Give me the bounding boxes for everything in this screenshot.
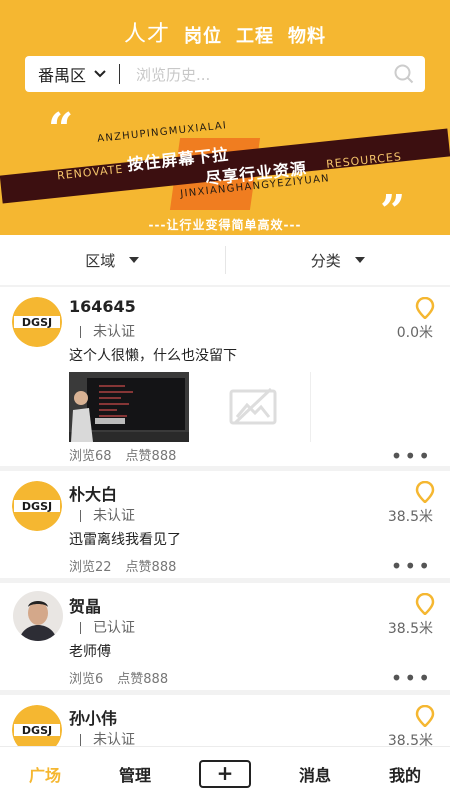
post-author-name[interactable]: 贺晶 xyxy=(69,593,101,617)
post-content: 迅雷离线我看见了 xyxy=(69,529,181,549)
post-card[interactable]: DGSJ 孙小伟 未认证 38.5米 xyxy=(0,695,450,746)
category-tabs: 人才 岗位 工程 物料 xyxy=(0,16,450,48)
distance: 38.5米 xyxy=(388,618,433,638)
view-count: 浏览68 xyxy=(69,449,112,464)
filter-category-label: 分类 xyxy=(311,250,341,271)
like-count: 点赞888 xyxy=(126,449,177,464)
bottom-tab-bar: 广场 管理 + 消息 我的 xyxy=(0,746,450,801)
cert-status-label: 未认证 xyxy=(93,732,135,746)
cert-status-label: 未认证 xyxy=(93,324,135,340)
view-count: 浏览6 xyxy=(69,672,103,687)
more-options-icon[interactable]: ••• xyxy=(391,563,432,569)
cert-status: 未认证 xyxy=(80,729,135,746)
avatar[interactable] xyxy=(13,591,63,641)
caret-down-icon xyxy=(355,257,365,263)
cert-status: 未认证 xyxy=(80,505,135,525)
location-pin-icon xyxy=(415,481,435,503)
distance: 0.0米 xyxy=(397,322,433,342)
view-count: 浏览22 xyxy=(69,560,112,575)
dgsj-logo-icon: DGSJ xyxy=(12,297,62,347)
chevron-down-icon xyxy=(93,67,107,81)
plus-icon: + xyxy=(199,760,251,788)
location-pin-icon xyxy=(415,297,435,319)
tab-manage[interactable]: 管理 xyxy=(90,762,180,786)
dgsj-logo-icon: DGSJ xyxy=(12,705,62,746)
region-label: 番禺区 xyxy=(38,62,86,86)
tab-mine[interactable]: 我的 xyxy=(360,762,450,786)
post-author-name[interactable]: 孙小伟 xyxy=(69,705,117,729)
post-stats: 浏览68 点赞888 xyxy=(69,445,190,464)
post-image[interactable] xyxy=(69,372,189,442)
post-author-name[interactable]: 164645 xyxy=(69,297,136,316)
image-placeholder xyxy=(195,372,311,442)
search-divider xyxy=(119,64,120,84)
post-card[interactable]: DGSJ 164645 未认证 0.0米 这个人很懒，什么也没留下 浏览68 xyxy=(0,287,450,466)
tab-positions[interactable]: 岗位 xyxy=(184,22,222,48)
logo-text: DGSJ xyxy=(22,500,52,513)
tab-messages[interactable]: 消息 xyxy=(270,762,360,786)
user-photo xyxy=(13,591,63,641)
post-stats: 浏览6 点赞888 xyxy=(69,668,182,687)
avatar[interactable]: DGSJ xyxy=(12,481,62,531)
logo-text: DGSJ xyxy=(22,316,52,329)
more-options-icon[interactable]: ••• xyxy=(391,675,432,681)
post-card[interactable]: 贺晶 已认证 38.5米 老师傅 浏览6 点赞888 ••• xyxy=(0,583,450,690)
distance: 38.5米 xyxy=(388,506,433,526)
search-input[interactable]: 浏览历史... xyxy=(136,64,393,85)
header-banner: 人才 岗位 工程 物料 番禺区 浏览历史... “ ” ANZHUPINGMUX… xyxy=(0,0,450,235)
cert-status-label: 未认证 xyxy=(93,508,135,524)
filter-bar: 区域 分类 xyxy=(0,235,450,285)
quote-open-mark: “ xyxy=(48,108,73,152)
logo-text: DGSJ xyxy=(22,724,52,737)
post-author-name[interactable]: 朴大白 xyxy=(69,481,117,505)
location-pin-icon xyxy=(415,593,435,615)
post-content: 老师傅 xyxy=(69,641,111,661)
like-count: 点赞888 xyxy=(117,672,168,687)
tab-talent[interactable]: 人才 xyxy=(124,16,170,48)
filter-area-label: 区域 xyxy=(85,250,115,271)
tab-engineering[interactable]: 工程 xyxy=(236,22,274,48)
like-count: 点赞888 xyxy=(126,560,177,575)
more-options-icon[interactable]: ••• xyxy=(391,453,432,459)
tab-publish[interactable]: + xyxy=(180,760,270,788)
broken-image-icon xyxy=(229,387,277,427)
caret-down-icon xyxy=(129,257,139,263)
filter-area-dropdown[interactable]: 区域 xyxy=(0,250,225,271)
filter-category-dropdown[interactable]: 分类 xyxy=(226,250,450,271)
cert-status: 已认证 xyxy=(80,617,135,637)
location-pin-icon xyxy=(415,705,435,727)
classroom-photo xyxy=(69,372,189,442)
search-bar: 番禺区 浏览历史... xyxy=(25,56,425,92)
distance: 38.5米 xyxy=(388,730,433,746)
cert-status-label: 已认证 xyxy=(93,620,135,636)
avatar[interactable]: DGSJ xyxy=(12,705,62,746)
post-content: 这个人很懒，什么也没留下 xyxy=(69,345,237,365)
region-selector[interactable]: 番禺区 xyxy=(38,62,107,86)
dgsj-logo-icon: DGSJ xyxy=(12,481,62,531)
post-stats: 浏览22 点赞888 xyxy=(69,556,190,575)
tab-materials[interactable]: 物料 xyxy=(288,22,326,48)
banner-slogan: ---让行业变得简单高效--- xyxy=(0,216,450,233)
search-icon[interactable] xyxy=(393,63,415,85)
tab-square[interactable]: 广场 xyxy=(0,762,90,786)
avatar[interactable]: DGSJ xyxy=(12,297,62,347)
post-card[interactable]: DGSJ 朴大白 未认证 38.5米 迅雷离线我看见了 浏览22 点赞888 ••… xyxy=(0,471,450,578)
cert-status: 未认证 xyxy=(80,321,135,341)
